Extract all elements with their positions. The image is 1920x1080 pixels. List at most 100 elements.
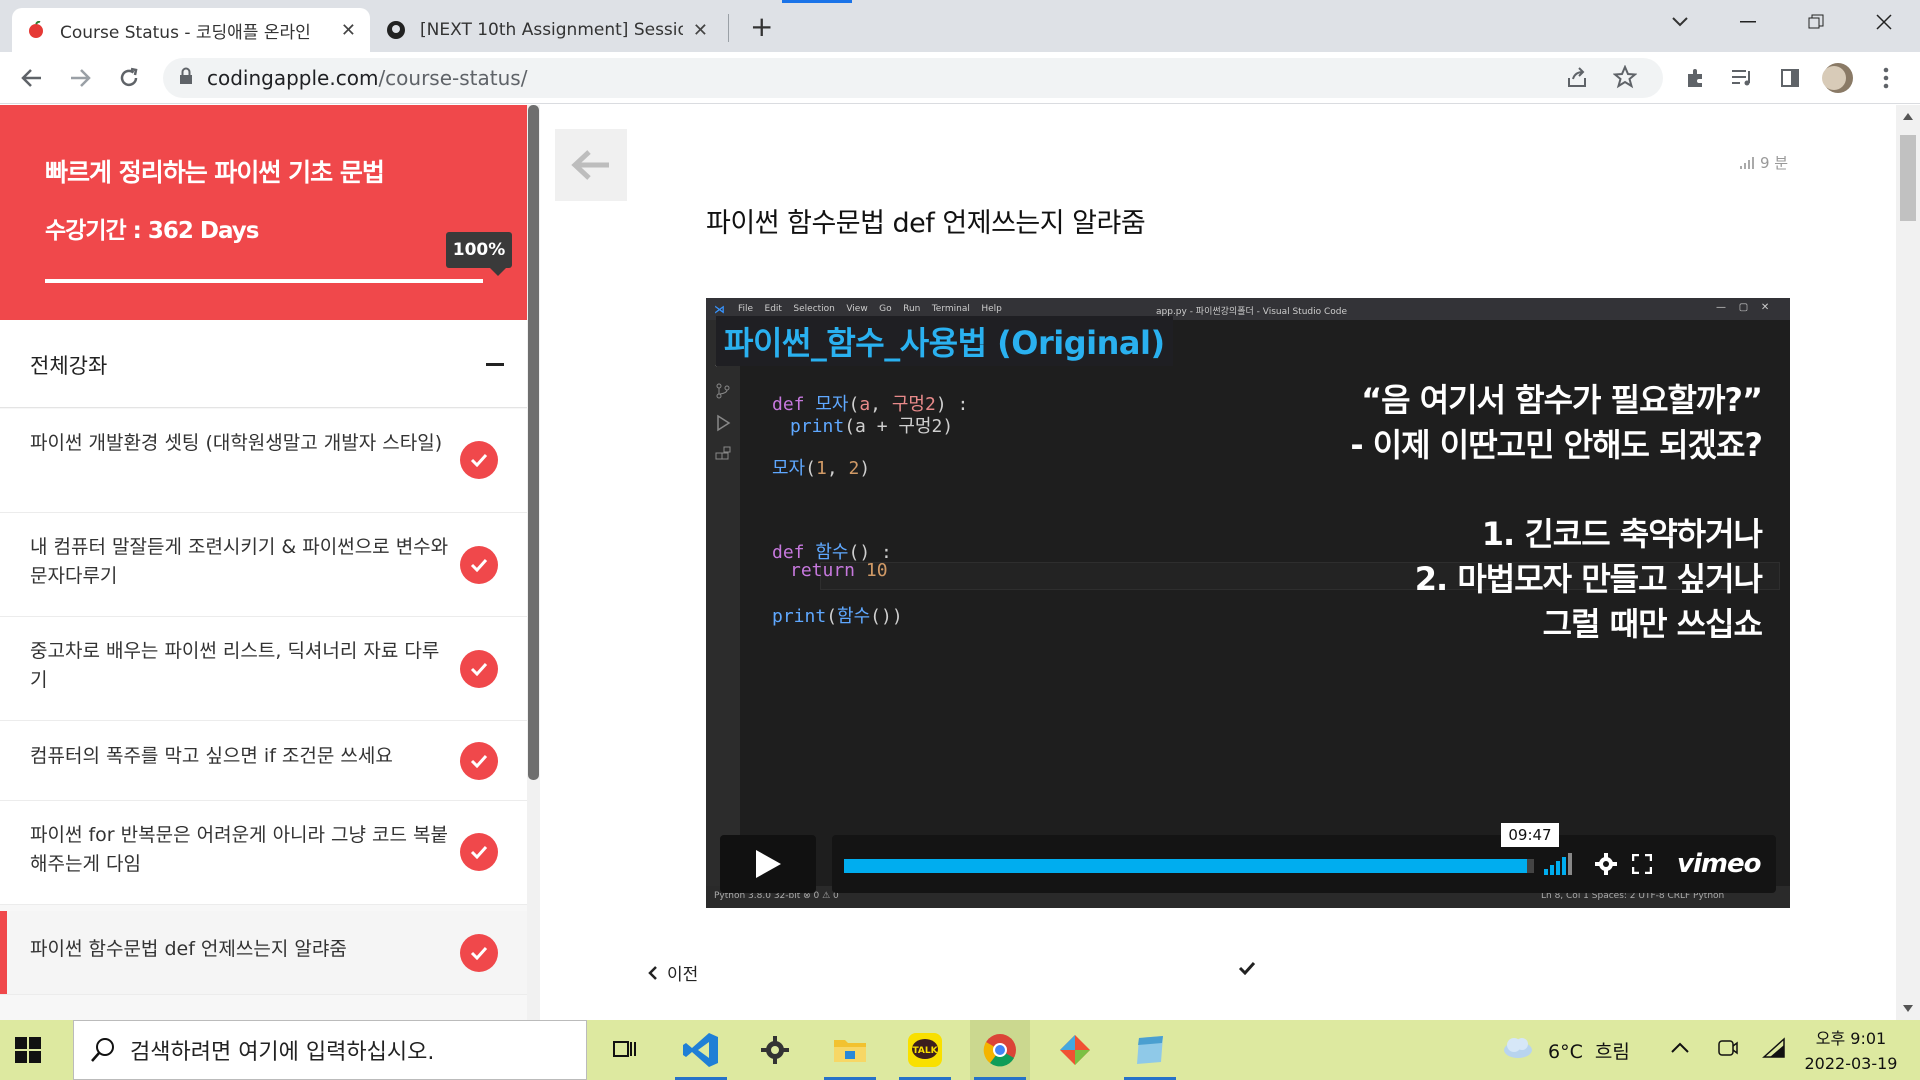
windows-taskbar: 검색하려면 여기에 입력하십시오. TALK 6°C 흐림 오후 9:01 20… (0, 1020, 1920, 1080)
settings-app-icon[interactable] (745, 1020, 805, 1080)
taskbar-clock[interactable]: 오후 9:01 2022-03-19 (1796, 1026, 1906, 1076)
vimeo-logo[interactable]: vimeo (1677, 849, 1761, 879)
course-progress-bar (45, 279, 483, 283)
kakaotalk-app-icon[interactable]: TALK (895, 1020, 955, 1080)
completed-check-icon (460, 546, 498, 584)
tab-close-icon[interactable]: ✕ (693, 20, 708, 41)
page-scrollbar[interactable] (1896, 105, 1920, 1020)
previous-label: 이전 (667, 965, 699, 985)
current-lesson-indicator (0, 911, 7, 994)
url-text: codingapple.com/course-status/ (207, 66, 528, 90)
lesson-title: 중고차로 배우는 파이썬 리스트, 딕셔너리 자료 다루기 (30, 640, 440, 691)
vscode-extensions-icon (715, 446, 731, 460)
vscode-activity-bar (706, 320, 740, 886)
lesson-item-current[interactable]: 파이썬 함수문법 def 언제쓰는지 알랴줌 (0, 911, 528, 995)
lesson-item[interactable]: 내 컴퓨터 말잘듣게 조련시키기 & 파이썬으로 변수와 문자다루기 (0, 513, 528, 617)
browser-toolbar: codingapple.com/course-status/ (0, 52, 1920, 104)
extensions-puzzle-icon[interactable] (1680, 62, 1712, 94)
lock-icon[interactable] (179, 67, 193, 89)
video-overlay-text-1: “음 여기서 함수가 필요할까?” - 이제 이딴고민 안해도 되겠죠? (1350, 381, 1763, 464)
course-period: 수강기간 : 362 Days (45, 218, 259, 244)
search-icon (91, 1038, 114, 1062)
completed-check-icon (460, 742, 498, 780)
video-seek-bar[interactable] (844, 859, 1534, 873)
play-button[interactable] (720, 835, 816, 893)
vscode-logo-icon: ⋊ (714, 303, 725, 316)
windows-start-icon[interactable] (14, 1036, 42, 1068)
chevron-up-icon[interactable] (1670, 1042, 1690, 1054)
media-queue-icon[interactable] (1726, 62, 1758, 94)
course-progress-fill (45, 279, 483, 283)
tab-close-icon[interactable]: ✕ (341, 20, 356, 41)
vscode-window-buttons: — ▢ ✕ (1716, 302, 1770, 313)
vscode-window-title: app.py - 파이썬강의폴더 - Visual Studio Code (1156, 307, 1348, 317)
lesson-title: 파이썬 for 반복문은 어려운게 아니라 그냥 코드 복붙해주는게 다임 (30, 824, 449, 875)
github-favicon-icon (386, 20, 406, 40)
vscode-app-icon[interactable] (671, 1020, 731, 1080)
video-player[interactable]: ⋊ File Edit Selection View Go Run Termin… (706, 298, 1790, 908)
code-line: 모자(1, 2) (772, 458, 871, 479)
new-tab-button[interactable]: + (750, 10, 773, 43)
clock-time: 오후 9:01 (1815, 1029, 1887, 1048)
chrome-app-icon[interactable] (970, 1020, 1030, 1080)
close-window-button[interactable] (1854, 0, 1914, 44)
section-header[interactable]: 전체강좌 (0, 320, 528, 408)
meet-now-icon[interactable] (1716, 1037, 1738, 1059)
lesson-item[interactable]: 파이썬 개발환경 셋팅 (대학원생말고 개발자 스타일) (0, 409, 528, 513)
video-overlay-text-2: 1. 긴코드 축약하거나 2. 마법모자 만들고 싶거나 그럴 때만 쓰십쇼 (1414, 515, 1763, 643)
file-explorer-icon[interactable] (820, 1020, 880, 1080)
tab-search-icon[interactable] (1650, 0, 1710, 44)
course-title: 빠르게 정리하는 파이썬 기초 문법 (45, 158, 385, 187)
profile-avatar[interactable] (1822, 62, 1854, 94)
video-controls: vimeo (832, 835, 1776, 893)
previous-lesson-link[interactable]: 이전 (648, 960, 698, 985)
back-arrow-icon[interactable] (16, 62, 48, 94)
vscode-menu: File Edit Selection View Go Run Terminal… (738, 304, 1002, 314)
notes-app-icon[interactable] (1120, 1020, 1180, 1080)
lesson-item[interactable]: 컴퓨터의 폭주를 막고 싶으면 if 조건문 쓰세요 (0, 721, 528, 801)
tab-course-status[interactable]: Course Status - 코딩애플 온라인 ✕ (12, 8, 370, 52)
collapse-minus-icon[interactable] (486, 363, 504, 366)
play-icon (756, 850, 781, 878)
lesson-title: 파이썬 함수문법 def 언제쓰는지 알랴줌 (30, 938, 347, 960)
course-sidebar: 빠르게 정리하는 파이썬 기초 문법 수강기간 : 362 Days 100% … (0, 105, 540, 1020)
code-line: return 10 (790, 560, 888, 581)
reload-icon[interactable] (113, 62, 145, 94)
signal-bars-icon (1740, 156, 1754, 169)
lesson-duration: 9 분 (1740, 152, 1788, 173)
volume-bars-icon[interactable] (1544, 853, 1578, 875)
fullscreen-icon[interactable] (1632, 854, 1652, 874)
bookmark-star-icon[interactable] (1612, 64, 1638, 93)
arrow-left-icon (571, 150, 609, 180)
share-icon[interactable] (1565, 66, 1589, 94)
minimize-button[interactable] (1718, 0, 1778, 44)
vscode-git-icon (716, 383, 730, 399)
forward-arrow-icon[interactable] (64, 62, 96, 94)
lesson-complete-check-icon[interactable] (1238, 960, 1256, 979)
address-bar[interactable]: codingapple.com/course-status/ (163, 58, 1663, 98)
duration-text: 9 분 (1760, 154, 1789, 172)
lesson-item[interactable]: 중고차로 배우는 파이썬 리스트, 딕셔너리 자료 다루기 (0, 617, 528, 721)
back-button[interactable] (555, 129, 627, 201)
settings-gear-icon[interactable] (1594, 852, 1618, 876)
section-title: 전체강좌 (30, 354, 108, 378)
sidebar-scrollbar-thumb[interactable] (528, 105, 539, 780)
more-menu-icon[interactable] (1870, 62, 1902, 94)
tab-next-assignment[interactable]: [NEXT 10th Assignment] Session ✕ (372, 8, 722, 52)
completed-check-icon (460, 833, 498, 871)
lesson-heading: 파이썬 함수문법 def 언제쓰는지 알랴줌 (706, 208, 1146, 239)
git-app-icon[interactable] (1045, 1020, 1105, 1080)
search-placeholder: 검색하려면 여기에 입력하십시오. (130, 1040, 435, 1065)
scroll-up-icon[interactable] (1903, 113, 1913, 120)
lesson-item[interactable]: 파이썬 for 반복문은 어려운게 아니라 그냥 코드 복붙해주는게 다임 (0, 801, 528, 905)
page-scrollbar-thumb[interactable] (1900, 135, 1916, 221)
tab-strip: Course Status - 코딩애플 온라인 ✕ [NEXT 10th As… (0, 0, 1920, 52)
code-line: print(함수()) (772, 606, 903, 627)
taskbar-search-box[interactable]: 검색하려면 여기에 입력하십시오. (73, 1020, 587, 1080)
restore-button[interactable] (1786, 0, 1846, 44)
side-panel-icon[interactable] (1774, 62, 1806, 94)
weather-text[interactable]: 6°C 흐림 (1548, 1037, 1630, 1064)
task-view-icon[interactable] (594, 1020, 654, 1080)
network-icon[interactable] (1762, 1037, 1786, 1059)
scroll-down-icon[interactable] (1903, 1005, 1913, 1012)
